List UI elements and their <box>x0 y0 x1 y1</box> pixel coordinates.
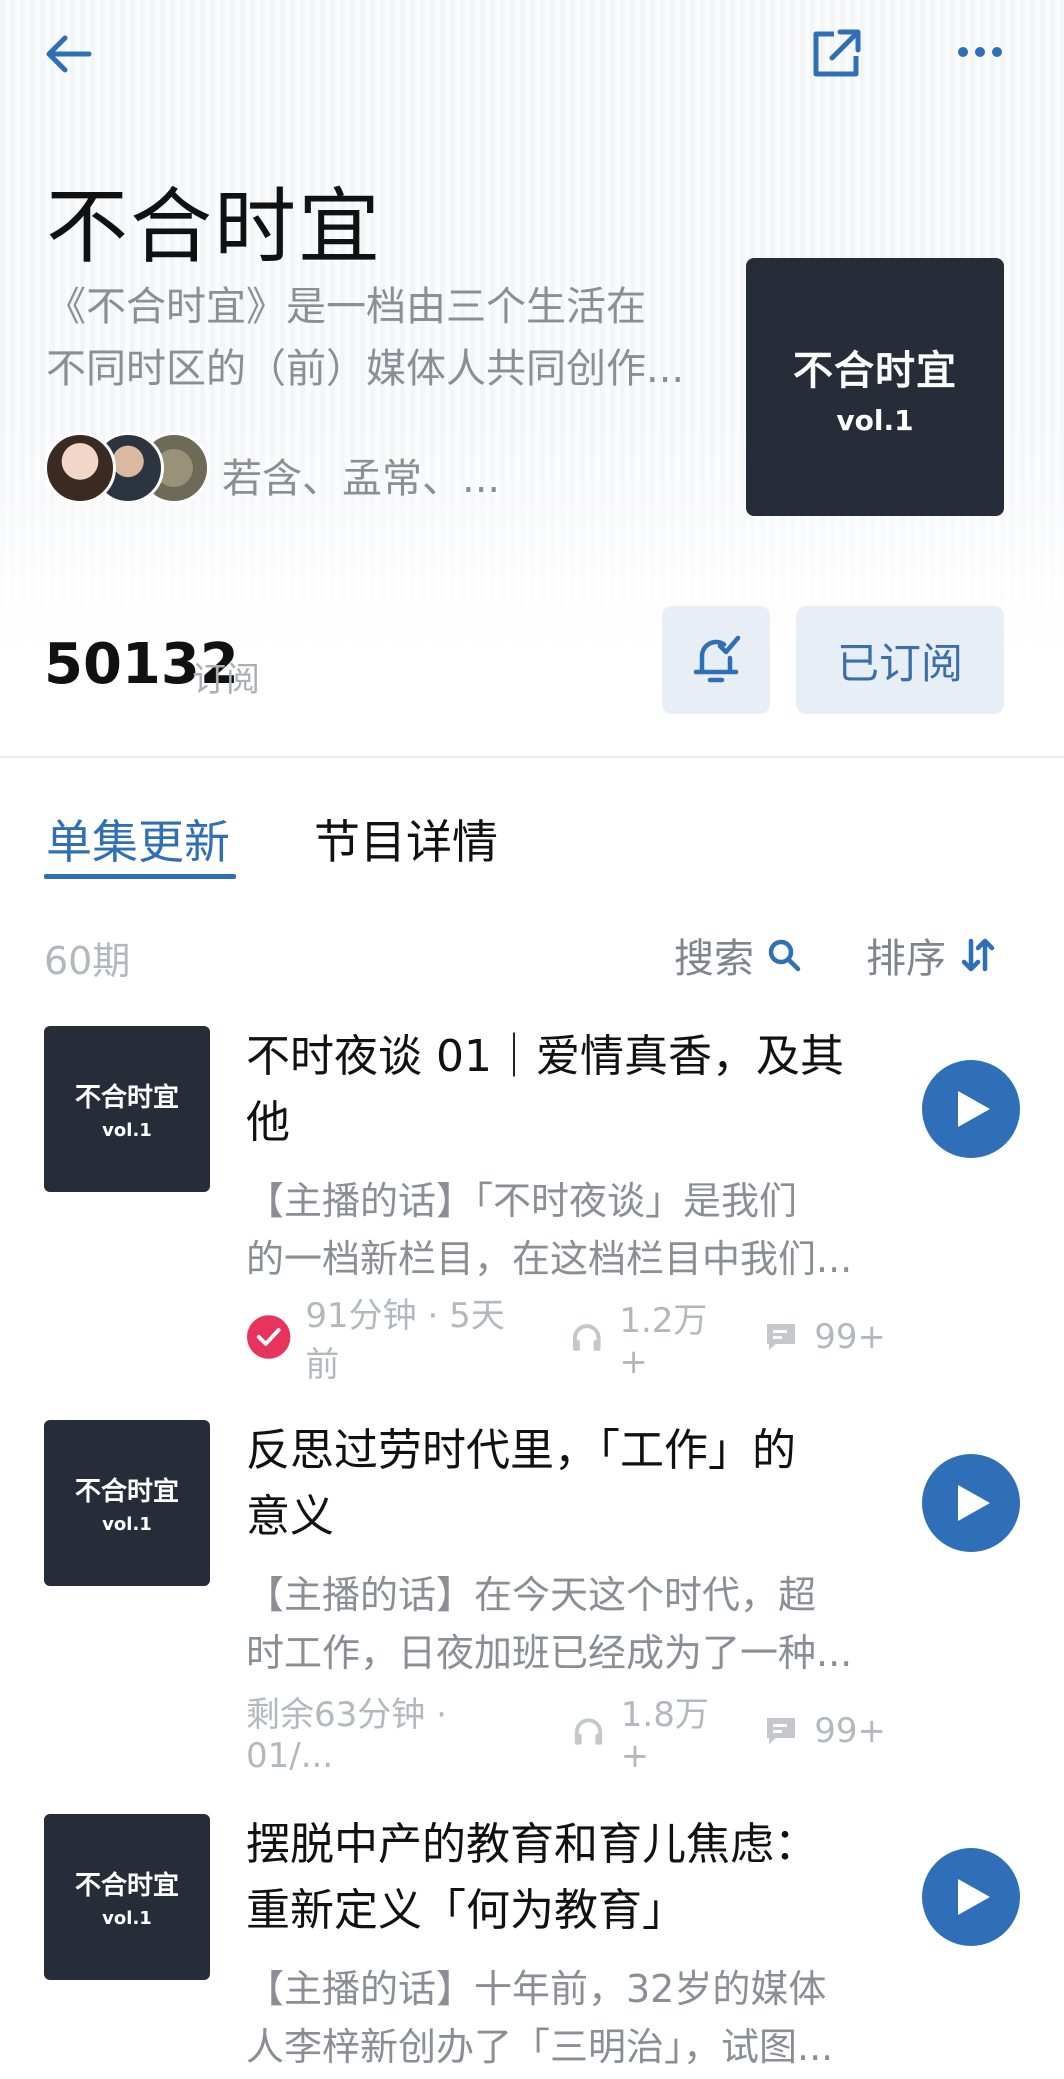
episode-title: 反思过劳时代里，「工作」的 意义 <box>246 1418 866 1550</box>
tab-details[interactable]: 节目详情 <box>314 806 498 872</box>
episode-title-line: 意义 <box>246 1491 334 1542</box>
headphones-icon <box>574 1718 602 1745</box>
episode-description-line: 【主播的话】在今天这个时代，超 <box>246 1573 817 1617</box>
back-arrow-icon <box>46 35 92 73</box>
podcast-cover: 不合时宜 vol.1 <box>746 258 1004 516</box>
play-button[interactable] <box>922 1454 1020 1552</box>
play-icon <box>958 1879 990 1915</box>
host-names[interactable]: 若含、孟常、... <box>222 446 500 504</box>
episode-plays: 1.2万+ <box>570 1293 734 1382</box>
comment-icon <box>767 1324 796 1350</box>
cover-vol-text: vol.1 <box>102 1514 152 1535</box>
avatar <box>44 432 116 504</box>
episode-title-line: 不时夜谈 01｜爱情真香，及其 <box>246 1031 844 1082</box>
share-button[interactable] <box>800 18 872 90</box>
share-icon <box>813 29 861 77</box>
episode-title-line: 反思过劳时代里，「工作」的 <box>246 1425 796 1476</box>
play-icon <box>958 1485 990 1521</box>
tab-episodes[interactable]: 单集更新 <box>46 806 230 872</box>
episode-description-line: 【主播的话】十年前，32岁的媒体 <box>246 1967 827 2011</box>
search-button[interactable]: 搜索 <box>674 926 802 984</box>
headphones-icon <box>572 1324 601 1351</box>
episode-title-line: 重新定义「何为教育」 <box>246 1885 686 1936</box>
cover-logo-text: 不合时宜 <box>74 1477 179 1507</box>
cover-vol-text: vol.1 <box>102 1908 152 1929</box>
episode-comments-count: 99+ <box>814 1711 886 1751</box>
episode-plays-count: 1.8万+ <box>620 1694 709 1776</box>
episode-meta: 91分钟 · 5天前 1.2万+ 99+ <box>246 1296 886 1385</box>
back-button[interactable] <box>36 22 100 86</box>
cover-logo-text: 不合时宜 <box>74 1871 179 1901</box>
search-label: 搜索 <box>674 936 754 982</box>
description-line: 不同时区的（前）媒体人共同创作... <box>46 346 685 392</box>
play-icon <box>958 1091 990 1127</box>
cover-logo-text: 不合时宜 <box>793 347 957 394</box>
episode-description: 【主播的话】「不时夜谈」是我们 的一档新栏目，在这档栏目中我们... <box>246 1172 866 1288</box>
divider <box>0 756 1064 758</box>
sort-icon <box>961 938 995 972</box>
sort-button[interactable]: 排序 <box>866 926 996 984</box>
episode-description-line: 人李梓新创办了「三明治」，试图... <box>246 2025 834 2069</box>
podcast-title: 不合时宜 <box>46 180 383 275</box>
subscriber-label: 订阅 <box>192 660 260 700</box>
play-button[interactable] <box>922 1060 1020 1158</box>
episode-description-line: 时工作，日夜加班已经成为了一种... <box>246 1631 853 1675</box>
episode-description-line: 【主播的话】「不时夜谈」是我们 <box>246 1179 798 1223</box>
episode-title-line: 他 <box>246 1097 290 1148</box>
more-button[interactable] <box>950 22 1010 82</box>
cover-logo-text: 不合时宜 <box>74 1083 179 1113</box>
sort-label: 排序 <box>866 936 946 982</box>
tab-active-indicator <box>44 874 236 879</box>
episode-count: 60期 <box>44 939 131 983</box>
episode-cover: 不合时宜 vol.1 <box>44 1814 210 1980</box>
episode-description: 【主播的话】十年前，32岁的媒体 人李梓新创办了「三明治」，试图... <box>246 1960 866 2076</box>
episode-description-line: 的一档新栏目，在这档栏目中我们... <box>246 1237 853 1281</box>
episode-cover: 不合时宜 vol.1 <box>44 1420 210 1586</box>
subscribed-button[interactable]: 已订阅 <box>796 606 1004 714</box>
episode-title: 不时夜谈 01｜爱情真香，及其 他 <box>246 1024 866 1156</box>
episode-duration-date: 剩余63分钟 · 01/... <box>246 1694 447 1776</box>
bell-check-icon <box>693 635 741 683</box>
episode-duration-date: 91分钟 · 5天前 <box>305 1296 505 1385</box>
cover-vol-text: vol.1 <box>836 403 914 437</box>
episode-description: 【主播的话】在今天这个时代，超 时工作，日夜加班已经成为了一种... <box>246 1566 866 1682</box>
episode-comments-count: 99+ <box>814 1317 887 1357</box>
notification-button[interactable] <box>662 606 770 714</box>
description-line: 《不合时宜》是一档由三个生活在 <box>46 284 646 330</box>
episode-title-line: 摆脱中产的教育和育儿焦虑： <box>246 1819 818 1870</box>
cover-vol-text: vol.1 <box>102 1120 152 1141</box>
play-button[interactable] <box>922 1848 1020 1946</box>
episode-cover: 不合时宜 vol.1 <box>44 1026 210 1192</box>
episode-meta: 剩余63分钟 · 01/... 1.8万+ 99+ <box>246 1695 886 1776</box>
comment-icon <box>767 1718 796 1744</box>
episode-title: 摆脱中产的教育和育儿焦虑： 重新定义「何为教育」 <box>246 1812 866 1944</box>
episode-comments: 99+ <box>764 1317 886 1357</box>
check-circle-icon <box>246 1315 291 1359</box>
search-icon <box>768 939 801 972</box>
more-icon <box>958 47 1002 57</box>
host-avatars[interactable] <box>44 432 214 506</box>
episode-plays-count: 1.2万+ <box>619 1300 708 1382</box>
episode-comments: 99+ <box>764 1711 886 1751</box>
podcast-description[interactable]: 《不合时宜》是一档由三个生活在 不同时区的（前）媒体人共同创作... <box>46 276 726 400</box>
episode-plays: 1.8万+ <box>572 1687 735 1776</box>
